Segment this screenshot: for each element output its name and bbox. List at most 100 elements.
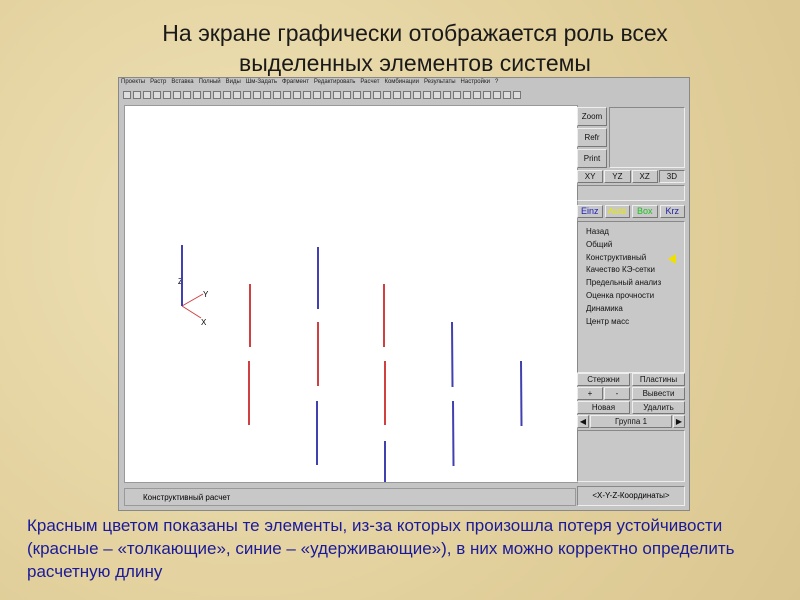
model-canvas[interactable]: Z Y X: [124, 105, 578, 506]
toolbar-button-icon[interactable]: [223, 91, 231, 99]
model-view[interactable]: Z Y X: [125, 106, 577, 506]
toolbar-button-icon[interactable]: [383, 91, 391, 99]
slide-title: На экране графически отображается роль в…: [162, 20, 668, 76]
menu-bar: Проекты Растр Вставка Полный Виды Шм-Задать Фр…: [121, 79, 498, 89]
delete-button[interactable]: Удалить: [632, 401, 685, 414]
rods-button[interactable]: Стержни: [577, 373, 630, 386]
toolbar-button-icon[interactable]: [323, 91, 331, 99]
prev-group-button[interactable]: ◀: [577, 415, 589, 428]
slide-caption: Красным цветом показаны те элементы, из-…: [27, 516, 735, 581]
toolbar-button-icon[interactable]: [143, 91, 151, 99]
toolbar-button-icon[interactable]: [273, 91, 281, 99]
result-menu-item[interactable]: Назад: [578, 226, 684, 239]
toolbar-button-icon[interactable]: [283, 91, 291, 99]
result-menu-item[interactable]: Центр масс: [578, 316, 684, 329]
menu-item[interactable]: ?: [495, 79, 498, 89]
toolbar-button-icon[interactable]: [373, 91, 381, 99]
y-axis: [181, 293, 204, 307]
menu-item[interactable]: Результаты: [424, 79, 456, 89]
plates-button[interactable]: Пластины: [632, 373, 685, 386]
menu-item[interactable]: Вставка: [171, 79, 193, 89]
toolbar-button-icon[interactable]: [453, 91, 461, 99]
toolbar-button-icon[interactable]: [403, 91, 411, 99]
view-xy-button[interactable]: XY: [577, 170, 604, 183]
toolbar-button-icon[interactable]: [393, 91, 401, 99]
toolbar-button-icon[interactable]: [293, 91, 301, 99]
toolbar-button-icon[interactable]: [343, 91, 351, 99]
toolbar-button-icon[interactable]: [473, 91, 481, 99]
new-button[interactable]: Новая: [577, 401, 630, 414]
info-field: [577, 185, 685, 201]
toolbar-button-icon[interactable]: [433, 91, 441, 99]
zoom-button[interactable]: Zoom: [577, 107, 607, 126]
group-selector[interactable]: Группа 1: [590, 415, 672, 428]
holding-rod[interactable]: [452, 400, 455, 467]
toolbar-button-icon[interactable]: [443, 91, 451, 99]
toolbar-button-icon[interactable]: [123, 91, 131, 99]
print-button[interactable]: Print: [577, 149, 607, 168]
toolbar-button-icon[interactable]: [243, 91, 251, 99]
toolbar-button-icon[interactable]: [423, 91, 431, 99]
mode-krz-button[interactable]: Krz: [659, 205, 685, 218]
rod-elements: [181, 245, 523, 506]
coordinates-field: <X-Y-Z-Координаты>: [577, 486, 685, 506]
toolbar-button-icon[interactable]: [203, 91, 211, 99]
result-menu-item[interactable]: Качество КЭ-сетки: [578, 264, 684, 277]
result-menu-item[interactable]: Общий: [578, 239, 684, 252]
toolbar-button-icon[interactable]: [483, 91, 491, 99]
menu-item[interactable]: Проекты: [121, 79, 145, 89]
x-axis: [181, 305, 202, 319]
toolbar-button-icon[interactable]: [463, 91, 471, 99]
menu-item[interactable]: Фрагмент: [282, 79, 309, 89]
menu-item[interactable]: Полный: [199, 79, 221, 89]
menu-item[interactable]: Комбинации: [384, 79, 418, 89]
toolbar-button-icon[interactable]: [193, 91, 201, 99]
mode-einz-button[interactable]: Einz: [577, 205, 603, 218]
toolbar-button-icon[interactable]: [363, 91, 371, 99]
toolbar: [123, 90, 521, 100]
plus-button[interactable]: +: [577, 387, 603, 400]
result-menu-item[interactable]: Оценка прочности: [578, 290, 684, 303]
view-3d-button[interactable]: 3D: [658, 170, 685, 183]
toolbar-button-icon[interactable]: [503, 91, 511, 99]
menu-item[interactable]: Редактировать: [314, 79, 355, 89]
menu-item[interactable]: Виды: [226, 79, 241, 89]
menu-item[interactable]: Настройки: [461, 79, 490, 89]
status-bar: Конструктивный расчет: [124, 488, 576, 506]
toolbar-button-icon[interactable]: [233, 91, 241, 99]
toolbar-button-icon[interactable]: [353, 91, 361, 99]
holding-rod[interactable]: [451, 321, 454, 388]
minus-button[interactable]: -: [604, 387, 630, 400]
next-group-button[interactable]: ▶: [673, 415, 685, 428]
toolbar-button-icon[interactable]: [513, 91, 521, 99]
toolbar-button-icon[interactable]: [213, 91, 221, 99]
output-button[interactable]: Вывести: [632, 387, 685, 400]
toolbar-button-icon[interactable]: [173, 91, 181, 99]
toolbar-button-icon[interactable]: [263, 91, 271, 99]
result-menu-item[interactable]: Конструктивный: [578, 252, 684, 265]
mode-auto-button[interactable]: Auto: [604, 205, 630, 218]
toolbar-button-icon[interactable]: [303, 91, 311, 99]
toolbar-button-icon[interactable]: [333, 91, 341, 99]
view-xz-button[interactable]: XZ: [631, 170, 658, 183]
toolbar-button-icon[interactable]: [153, 91, 161, 99]
view-yz-button[interactable]: YZ: [604, 170, 631, 183]
toolbar-button-icon[interactable]: [163, 91, 171, 99]
menu-item[interactable]: Растр: [150, 79, 166, 89]
y-label: Y: [203, 290, 209, 299]
holding-rod[interactable]: [520, 360, 523, 427]
menu-item[interactable]: Шм-Задать: [246, 79, 277, 89]
toolbar-button-icon[interactable]: [413, 91, 421, 99]
group-list: [577, 430, 685, 482]
toolbar-button-icon[interactable]: [253, 91, 261, 99]
mode-box-button[interactable]: Box: [632, 205, 658, 218]
toolbar-button-icon[interactable]: [183, 91, 191, 99]
result-menu-item[interactable]: Предельный анализ: [578, 277, 684, 290]
result-menu-item[interactable]: Динамика: [578, 303, 684, 316]
refresh-button[interactable]: Refr: [577, 128, 607, 147]
result-menu: Назад Общий Конструктивный Качество КЭ-сетк…: [577, 221, 685, 373]
toolbar-button-icon[interactable]: [133, 91, 141, 99]
toolbar-button-icon[interactable]: [313, 91, 321, 99]
menu-item[interactable]: Расчет: [360, 79, 379, 89]
toolbar-button-icon[interactable]: [493, 91, 501, 99]
